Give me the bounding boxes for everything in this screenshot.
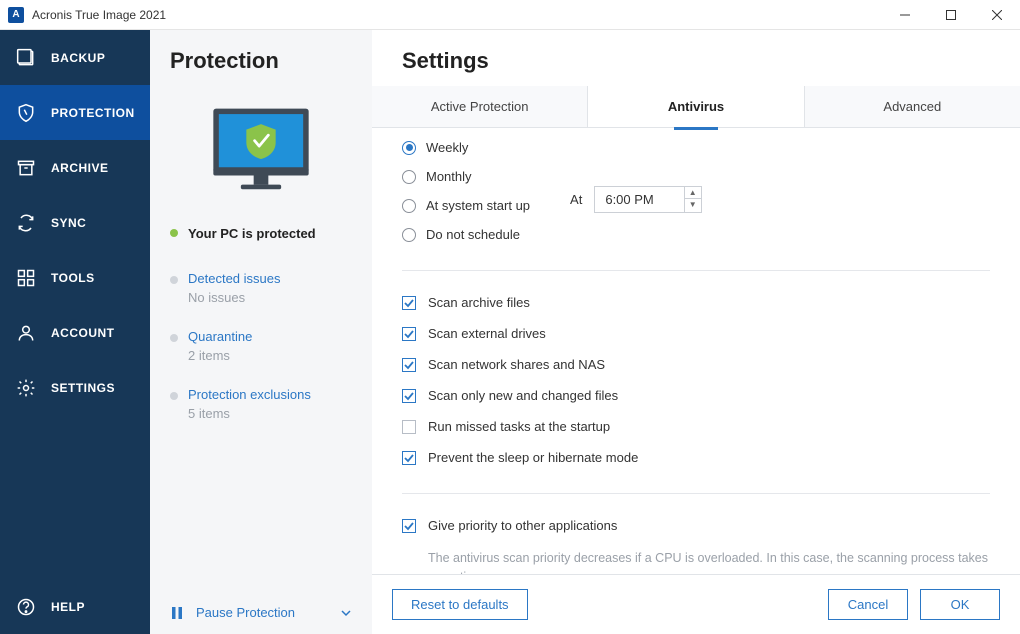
at-label: At — [570, 192, 582, 207]
help-icon — [15, 596, 37, 618]
radio-icon — [402, 199, 416, 213]
time-spin-up[interactable]: ▲ — [685, 187, 701, 199]
check-label: Scan external drives — [428, 326, 546, 341]
check-scan-external-drives[interactable]: Scan external drives — [402, 326, 990, 341]
check-label: Give priority to other applications — [428, 518, 617, 533]
check-label: Scan archive files — [428, 295, 530, 310]
radio-icon — [402, 170, 416, 184]
settings-title: Settings — [372, 30, 1020, 86]
close-button[interactable] — [974, 0, 1020, 30]
reset-defaults-button[interactable]: Reset to defaults — [392, 589, 528, 620]
sidebar-label: BACKUP — [51, 51, 105, 65]
tools-icon — [15, 267, 37, 289]
sidebar-label: TOOLS — [51, 271, 95, 285]
time-input[interactable]: 6:00 PM ▲ ▼ — [594, 186, 701, 213]
maximize-button[interactable] — [928, 0, 974, 30]
check-scan-archive-files[interactable]: Scan archive files — [402, 295, 990, 310]
divider — [402, 493, 990, 494]
radio-startup[interactable]: At system start up — [402, 198, 530, 213]
sidebar-label: HELP — [51, 600, 85, 614]
check-label: Run missed tasks at the startup — [428, 419, 610, 434]
check-priority[interactable]: Give priority to other applications — [402, 518, 990, 533]
radio-icon — [402, 141, 416, 155]
settings-tabs: Active Protection Antivirus Advanced — [372, 86, 1020, 128]
sidebar-item-help[interactable]: HELP — [0, 579, 150, 634]
pause-icon — [170, 606, 184, 620]
sidebar-item-tools[interactable]: TOOLS — [0, 250, 150, 305]
radio-monthly[interactable]: Monthly — [402, 169, 530, 184]
pause-protection-button[interactable]: Pause Protection — [170, 591, 352, 634]
link-sub: No issues — [188, 290, 352, 305]
checkbox-icon — [402, 420, 416, 434]
schedule-radio-group: Weekly Monthly At system start up Do not… — [402, 134, 530, 242]
radio-weekly[interactable]: Weekly — [402, 140, 530, 155]
chevron-down-icon — [340, 607, 352, 619]
account-icon — [15, 322, 37, 344]
checkbox-icon — [402, 451, 416, 465]
settings-footer: Reset to defaults Cancel OK — [372, 574, 1020, 634]
archive-icon — [15, 157, 37, 179]
divider — [402, 270, 990, 271]
quarantine-link[interactable]: Quarantine 2 items — [170, 329, 352, 363]
link-label: Quarantine — [188, 329, 352, 344]
sidebar-item-backup[interactable]: BACKUP — [0, 30, 150, 85]
settings-panel: Settings Active Protection Antivirus Adv… — [372, 30, 1020, 634]
radio-do-not-schedule[interactable]: Do not schedule — [402, 227, 530, 242]
check-run-missed-tasks-at-the-startup[interactable]: Run missed tasks at the startup — [402, 419, 990, 434]
sync-icon — [15, 212, 37, 234]
sidebar-item-protection[interactable]: PROTECTION — [0, 85, 150, 140]
protection-title: Protection — [170, 48, 352, 74]
check-prevent-the-sleep-or-hibernate-mode[interactable]: Prevent the sleep or hibernate mode — [402, 450, 990, 465]
protection-status: Your PC is protected — [170, 226, 352, 241]
gear-icon — [15, 377, 37, 399]
tab-advanced[interactable]: Advanced — [805, 86, 1020, 127]
check-scan-only-new-and-changed-files[interactable]: Scan only new and changed files — [402, 388, 990, 403]
tab-antivirus[interactable]: Antivirus — [588, 86, 804, 127]
priority-description: The antivirus scan priority decreases if… — [428, 549, 990, 574]
sidebar-label: ARCHIVE — [51, 161, 109, 175]
backup-icon — [15, 47, 37, 69]
link-sub: 2 items — [188, 348, 352, 363]
sidebar-label: ACCOUNT — [51, 326, 115, 340]
checkbox-icon — [402, 327, 416, 341]
check-label: Prevent the sleep or hibernate mode — [428, 450, 638, 465]
checkbox-icon — [402, 389, 416, 403]
time-spin-down[interactable]: ▼ — [685, 199, 701, 211]
titlebar: A Acronis True Image 2021 — [0, 0, 1020, 30]
minimize-button[interactable] — [882, 0, 928, 30]
sidebar-item-archive[interactable]: ARCHIVE — [0, 140, 150, 195]
protection-exclusions-link[interactable]: Protection exclusions 5 items — [170, 387, 352, 421]
app-title: Acronis True Image 2021 — [32, 8, 166, 22]
sidebar: BACKUP PROTECTION ARCHIVE SYNC TOOLS ACC… — [0, 30, 150, 634]
shield-icon — [15, 102, 37, 124]
sidebar-label: SETTINGS — [51, 381, 115, 395]
link-sub: 5 items — [188, 406, 352, 421]
status-dot-icon — [170, 229, 178, 237]
app-icon: A — [8, 7, 24, 23]
sidebar-label: PROTECTION — [51, 106, 135, 120]
time-value: 6:00 PM — [595, 187, 683, 212]
detected-issues-link[interactable]: Detected issues No issues — [170, 271, 352, 305]
check-label: Scan only new and changed files — [428, 388, 618, 403]
monitor-illustration — [206, 104, 316, 196]
status-text: Your PC is protected — [188, 226, 316, 241]
cancel-button[interactable]: Cancel — [828, 589, 908, 620]
check-label: Scan network shares and NAS — [428, 357, 605, 372]
checkbox-icon — [402, 358, 416, 372]
check-scan-network-shares-and-nas[interactable]: Scan network shares and NAS — [402, 357, 990, 372]
pause-label: Pause Protection — [196, 605, 295, 620]
sidebar-item-account[interactable]: ACCOUNT — [0, 305, 150, 360]
sidebar-item-sync[interactable]: SYNC — [0, 195, 150, 250]
radio-icon — [402, 228, 416, 242]
protection-panel: Protection Your PC is protected Detected… — [150, 30, 372, 634]
ok-button[interactable]: OK — [920, 589, 1000, 620]
link-label: Protection exclusions — [188, 387, 352, 402]
checkbox-icon — [402, 296, 416, 310]
sidebar-item-settings[interactable]: SETTINGS — [0, 360, 150, 415]
sidebar-label: SYNC — [51, 216, 86, 230]
checkbox-icon — [402, 519, 416, 533]
tab-active-protection[interactable]: Active Protection — [372, 86, 588, 127]
link-label: Detected issues — [188, 271, 352, 286]
